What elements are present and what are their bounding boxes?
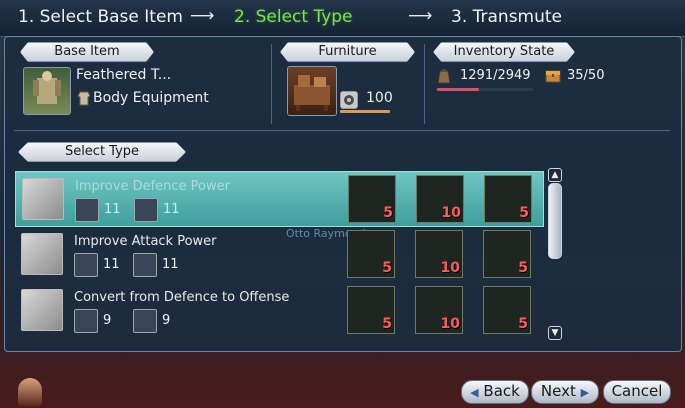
type-title: Improve Defence Power [75,179,230,194]
base-item-category: Body Equipment [93,90,209,106]
durability-bar [340,110,390,113]
type-row-improve-attack[interactable]: Improve Attack Power 11 11 5 10 5 [15,227,542,281]
section-divider [14,130,670,131]
inventory-slots: 35/50 [567,68,605,83]
weight-bar-fill [437,88,479,91]
durability-icon [340,91,358,109]
type-title: Convert from Defence to Offense [74,290,290,305]
section-divider [424,44,425,124]
step-arrow-icon: ⟶ [408,6,433,26]
scroll-thumb[interactable] [548,183,562,259]
enhance-stone-icon [75,198,99,222]
weapon-piece-icon [133,253,157,277]
inventory-header: Inventory State [433,42,575,62]
type-stat-b: 9 [162,313,171,328]
step-transmute: 3. Transmute [451,7,563,27]
step-select-type: 2. Select Type [234,7,353,27]
enhance-stone-icon [74,253,98,277]
furniture-icon [287,66,337,116]
weight-icon [437,68,451,84]
section-divider [271,44,272,124]
next-chevron-icon: ▶ [580,386,590,399]
type-row-improve-defence[interactable]: Improve Defence Power 11 11 5 10 5 [15,171,544,227]
weapon-piece-icon [133,309,157,333]
body-equipment-icon [76,90,92,106]
scroll-material-icon: 5 [483,286,531,334]
step-header: 1. Select Base Item ⟶ 2. Select Type ⟶ 3… [0,0,685,37]
parchment-material-icon: 5 [347,230,395,278]
vial-material-icon: 10 [415,230,463,278]
recipe-book-icon [21,289,63,331]
type-list: Improve Defence Power 11 11 5 10 5 Impro… [15,168,544,340]
parchment-material-icon: 5 [347,286,395,334]
character-avatar [18,378,42,406]
step-select-base-item: 1. Select Base Item [18,7,183,27]
vial-material-icon: 10 [416,175,464,223]
type-title: Improve Attack Power [74,234,217,249]
furniture-durability: 100 [366,90,393,106]
scroll-up-icon[interactable]: ▲ [548,168,562,182]
base-item-name: Feathered T... [76,67,172,83]
type-stat-a: 9 [103,313,112,328]
vial-material-icon: 10 [415,286,463,334]
base-item-header: Base Item [20,42,154,62]
type-stat-a: 11 [104,202,121,217]
next-button[interactable]: Next ▶ [531,380,599,404]
type-list-scrollbar[interactable]: ▲ ▼ [548,168,562,340]
select-type-header: Select Type [18,142,186,162]
step-arrow-icon: ⟶ [190,6,215,26]
type-row-convert-defence-offense[interactable]: Convert from Defence to Offense 9 9 5 10… [15,283,542,337]
enhance-stone-icon [74,309,98,333]
type-stat-b: 11 [162,257,179,272]
type-stat-a: 11 [103,257,120,272]
furniture-header: Furniture [280,42,415,62]
type-stat-b: 11 [163,202,180,217]
parchment-material-icon: 5 [348,175,396,223]
base-item-icon [23,67,71,115]
back-chevron-icon: ◀ [470,386,479,399]
inventory-weight: 1291/2949 [460,68,531,83]
cancel-button[interactable]: Cancel [603,380,671,404]
scroll-down-icon[interactable]: ▼ [548,326,562,340]
slots-icon [545,67,561,83]
back-button[interactable]: ◀ Back [461,380,529,404]
scroll-material-icon: 5 [483,230,531,278]
scroll-material-icon: 5 [484,175,532,223]
recipe-book-icon [22,178,64,220]
recipe-book-icon [21,233,63,275]
armor-piece-icon [134,198,158,222]
